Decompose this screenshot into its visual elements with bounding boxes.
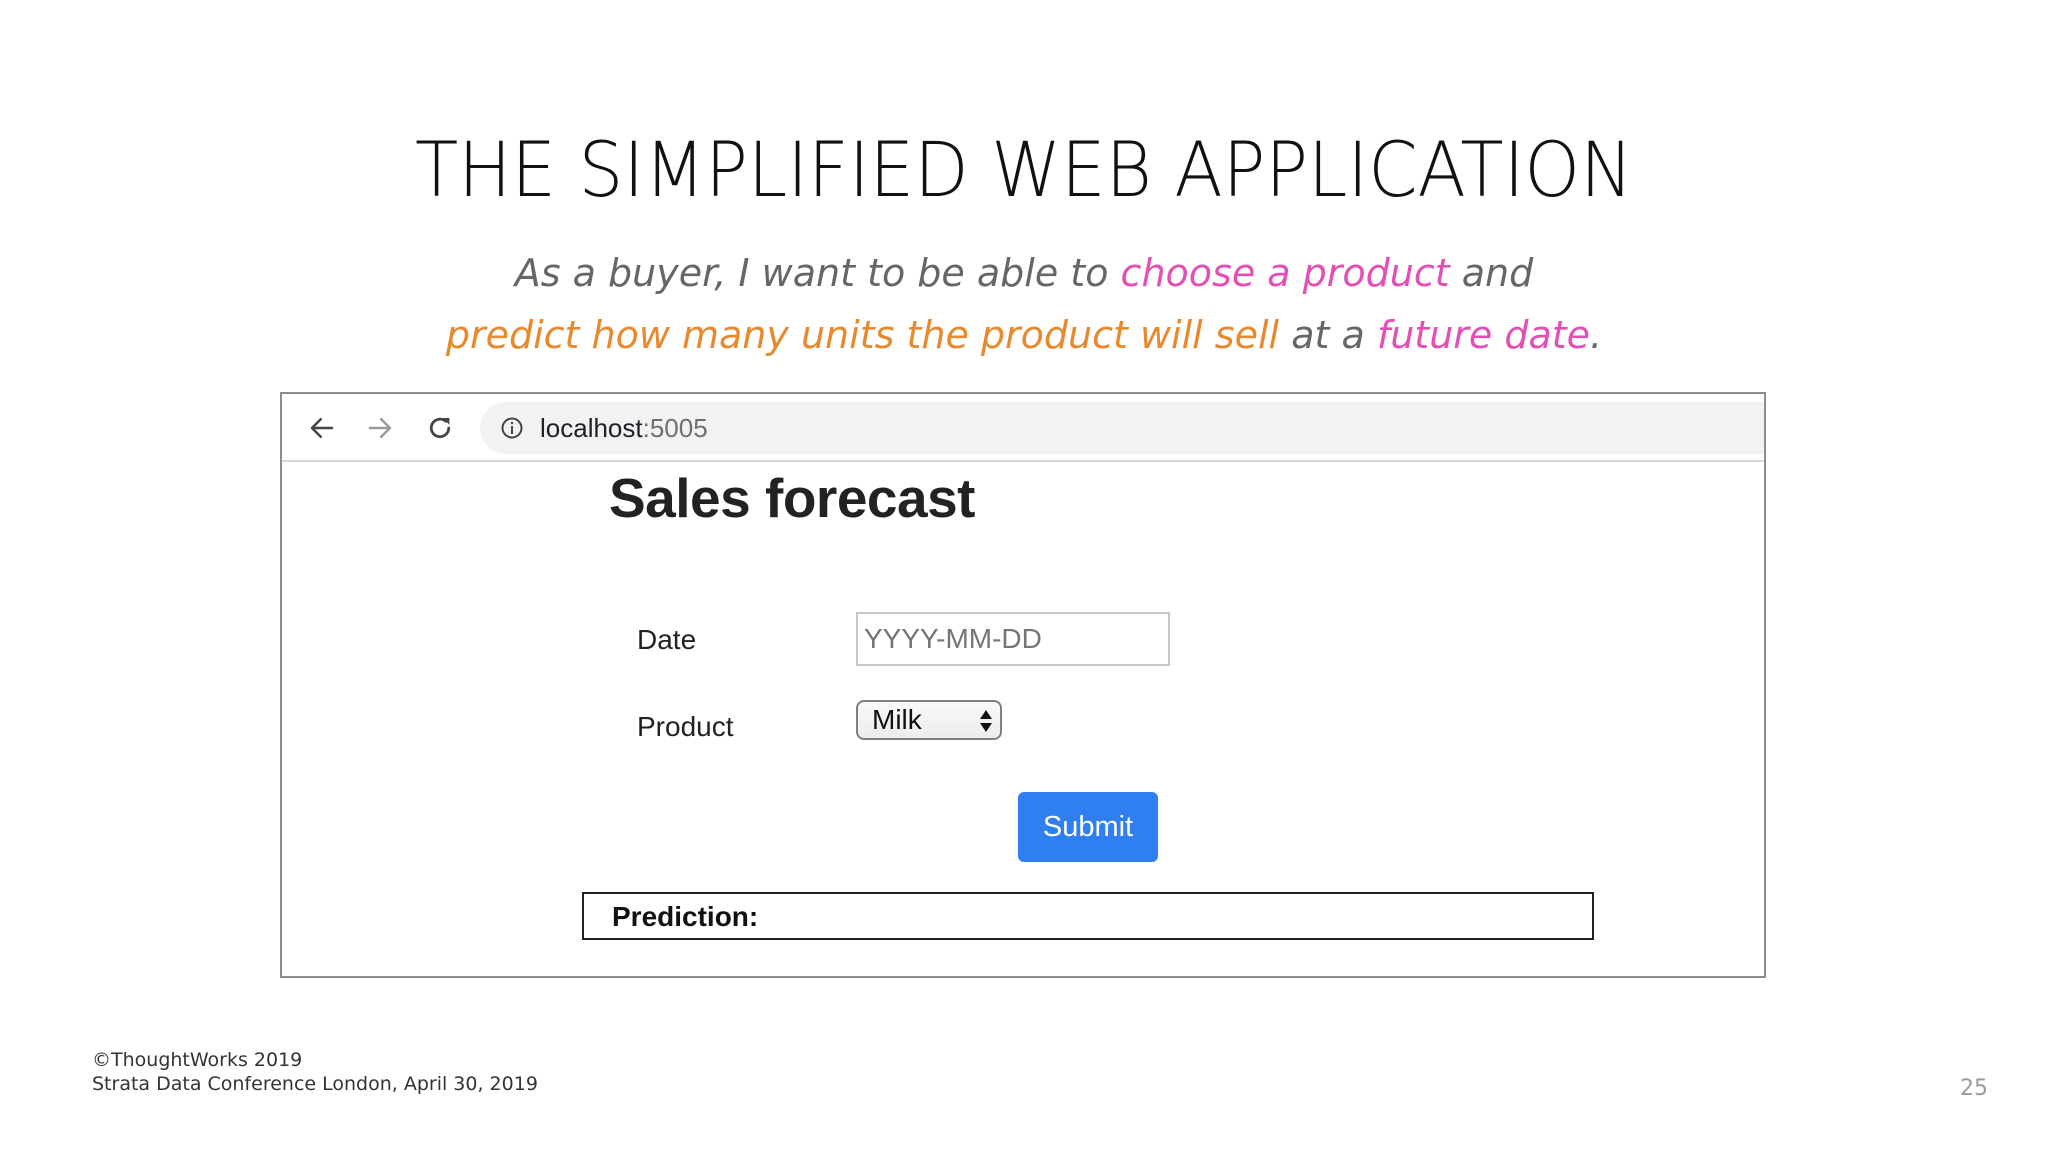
subtitle-text: .: [1590, 313, 1603, 357]
subtitle-text: As a buyer, I want to be able to: [514, 251, 1121, 295]
slide-title: THE SIMPLIFIED WEB APPLICATION: [415, 125, 1633, 214]
submit-button[interactable]: Submit: [1018, 792, 1158, 862]
subtitle-highlight-choose-product: choose a product: [1120, 251, 1450, 295]
page-heading: Sales forecast: [609, 467, 976, 529]
info-icon[interactable]: [500, 416, 524, 440]
arrow-left-icon: [310, 418, 334, 438]
subtitle-highlight-predict: predict how many units the product will …: [445, 313, 1280, 357]
select-arrows-icon: [980, 710, 992, 732]
subtitle-text: and: [1449, 251, 1534, 295]
slide-footer: ©ThoughtWorks 2019 Strata Data Conferenc…: [92, 1048, 538, 1096]
back-button[interactable]: [304, 410, 340, 446]
url-port: :5005: [642, 413, 708, 443]
url-host: localhost: [540, 413, 643, 443]
reload-icon: [429, 417, 451, 439]
browser-window: localhost:5005 Sales forecast Date Produ…: [280, 392, 1766, 978]
subtitle-highlight-future-date: future date: [1376, 313, 1591, 357]
product-select[interactable]: Milk: [856, 700, 1002, 740]
product-label: Product: [637, 711, 734, 742]
slide: THE SIMPLIFIED WEB APPLICATION As a buye…: [0, 0, 2048, 1152]
product-select-value: Milk: [872, 704, 922, 735]
footer-copyright: ©ThoughtWorks 2019: [92, 1049, 303, 1071]
address-bar[interactable]: localhost:5005: [480, 402, 1764, 454]
prediction-label: Prediction:: [612, 901, 759, 932]
footer-event: Strata Data Conference London, April 30,…: [92, 1073, 538, 1095]
subtitle-line-1: As a buyer, I want to be able to choose …: [0, 242, 2048, 304]
url-text: localhost:5005: [540, 412, 708, 444]
prediction-output: Prediction:: [582, 892, 1594, 940]
reload-button[interactable]: [422, 410, 458, 446]
slide-page-number: 25: [1960, 1076, 1988, 1101]
subtitle-line-2: predict how many units the product will …: [0, 304, 2048, 366]
slide-subtitle: As a buyer, I want to be able to choose …: [0, 242, 2048, 366]
subtitle-text: at a: [1279, 313, 1377, 357]
date-label: Date: [637, 624, 697, 655]
arrow-right-icon: [368, 418, 392, 438]
browser-toolbar: localhost:5005: [282, 394, 1764, 462]
forward-button[interactable]: [362, 410, 398, 446]
web-page-content: Sales forecast Date Product Milk Submit …: [282, 462, 1764, 976]
date-input[interactable]: [856, 612, 1170, 666]
